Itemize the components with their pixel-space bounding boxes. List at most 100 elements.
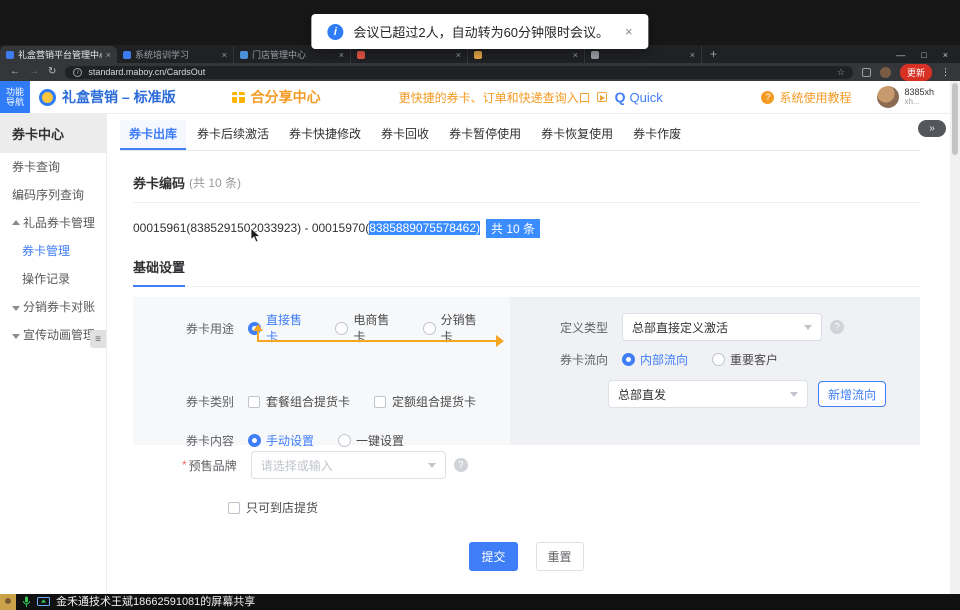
extensions-icon[interactable]	[862, 68, 871, 77]
quick-entry-promo-link[interactable]: 更快捷的券卡、订单和快递查询入口	[399, 89, 591, 106]
tab-close-icon[interactable]: ×	[222, 50, 227, 60]
window-maximize-button[interactable]: □	[921, 50, 926, 60]
tab-cards-void[interactable]: 券卡作废	[624, 120, 690, 150]
user-name: 8385xh	[904, 87, 934, 97]
collapse-icon	[12, 306, 20, 311]
tab-close-icon[interactable]: ×	[339, 50, 344, 60]
tab-cards-recycle[interactable]: 券卡回收	[372, 120, 438, 150]
tab-cards-pause[interactable]: 券卡暂停使用	[440, 120, 530, 150]
user-menu[interactable]: 8385xh xh...	[877, 86, 934, 108]
content-row: 券卡内容 手动设置 一键设置	[186, 432, 510, 449]
tab-close-icon[interactable]: ×	[573, 50, 578, 60]
store-only-row: 只可到店提货	[133, 499, 920, 516]
sidebar-section-title: 券卡中心	[0, 114, 106, 153]
back-button[interactable]: ←	[10, 67, 20, 77]
window-minimize-button[interactable]: —	[896, 50, 905, 60]
share-center-link[interactable]: 合分享中心	[232, 87, 321, 107]
gift-icon	[232, 92, 245, 103]
url-field[interactable]: i standard.maboy.cn/CardsOut ☆	[65, 66, 853, 79]
new-tab-button[interactable]: +	[710, 46, 717, 63]
scrollbar-thumb[interactable]	[952, 83, 958, 155]
quick-link[interactable]: Q Quick	[615, 89, 663, 105]
tab-favicon	[6, 51, 14, 59]
usage-label: 券卡用途	[186, 320, 234, 337]
screen-share-bar: 金禾通技术王斌18662591081的屏幕共享	[0, 594, 960, 610]
forward-button[interactable]: →	[29, 67, 39, 77]
tab-favicon	[123, 51, 131, 59]
mouse-cursor	[250, 228, 261, 246]
function-nav-button[interactable]: 功能 导航	[0, 81, 30, 113]
basic-settings-header: 基础设置	[133, 257, 920, 287]
content-label: 券卡内容	[186, 432, 234, 449]
bookmark-star-icon[interactable]: ☆	[837, 67, 845, 78]
tab-favicon	[240, 51, 248, 59]
info-icon: i	[327, 24, 343, 40]
settings-panel: 券卡用途 直接售卡 电商售卡 分销售卡	[133, 297, 920, 445]
window-close-button[interactable]: ×	[943, 50, 948, 60]
brand-logo-icon	[39, 89, 56, 106]
checkbox-icon	[228, 502, 240, 514]
app-header: 功能 导航 礼盒营销 – 标准版 合分享中心 更快捷的券卡、订单和快递查询入口 …	[0, 81, 960, 114]
toast-close-icon[interactable]: ×	[625, 24, 633, 39]
panel-collapse-button[interactable]: »	[918, 120, 946, 137]
sidebar-item-sequence-query[interactable]: 编码序列查询	[0, 181, 106, 209]
checkbox-fixed-combo-card[interactable]: 定额组合提货卡	[374, 393, 476, 410]
submit-button[interactable]: 提交	[469, 542, 517, 571]
sidebar-collapse-toggle[interactable]: ≡	[90, 330, 106, 348]
radio-key-customer[interactable]: 重要客户	[712, 351, 778, 368]
sidebar-item-card-query[interactable]: 券卡查询	[0, 153, 106, 181]
tab-close-icon[interactable]: ×	[690, 50, 695, 60]
nav-badge-line1: 功能	[6, 87, 24, 97]
checkbox-combo-pickup-card[interactable]: 套餐组合提货卡	[248, 393, 350, 410]
browser-tab-active[interactable]: 礼盒营销平台管理中心 ×	[0, 46, 117, 63]
chevron-down-icon	[790, 392, 798, 401]
sidebar-item-operation-log[interactable]: 操作记录	[0, 265, 106, 293]
add-flow-button[interactable]: 新增流向	[818, 381, 886, 407]
tab-cards-out[interactable]: 券卡出库	[120, 120, 186, 150]
chevron-down-icon	[804, 325, 812, 334]
codes-section-title: 券卡编码	[133, 173, 185, 192]
radio-internal-flow[interactable]: 内部流向	[622, 351, 688, 368]
presale-brand-label: 预售品牌	[189, 457, 237, 474]
checkbox-label: 只可到店提货	[246, 499, 318, 516]
form-actions: 提交 重置	[133, 542, 920, 571]
reload-button[interactable]: ↻	[48, 67, 56, 77]
tab-cards-quick-edit[interactable]: 券卡快捷修改	[280, 120, 370, 150]
user-names: 8385xh xh...	[904, 87, 934, 107]
sidebar-item-card-manage[interactable]: 券卡管理	[0, 237, 106, 265]
browser-tab[interactable]: 系统培训学习 ×	[117, 46, 234, 63]
tutorial-link[interactable]: ? 系统使用教程	[761, 89, 851, 106]
tab-cards-resume[interactable]: 券卡恢复使用	[532, 120, 622, 150]
tab-close-icon[interactable]: ×	[106, 50, 111, 60]
define-type-row: 定义类型 总部直接定义激活 ?	[560, 313, 920, 341]
tutorial-label: 系统使用教程	[779, 89, 851, 106]
tab-cards-activate[interactable]: 券卡后续激活	[188, 120, 278, 150]
brand: 礼盒营销 – 标准版	[39, 87, 176, 107]
define-type-select[interactable]: 总部直接定义激活	[622, 313, 822, 341]
checkbox-icon	[374, 396, 386, 408]
tab-title: 礼盒营销平台管理中心	[18, 48, 102, 61]
tab-close-icon[interactable]: ×	[456, 50, 461, 60]
help-icon[interactable]: ?	[830, 320, 844, 334]
checkbox-store-pickup-only[interactable]: 只可到店提货	[228, 499, 318, 516]
radio-one-click-setup[interactable]: 一键设置	[338, 432, 404, 449]
screen-share-icon	[37, 597, 50, 608]
browser-profile-avatar[interactable]	[880, 67, 891, 78]
help-icon[interactable]: ?	[454, 458, 468, 472]
sidebar-group-gift-card[interactable]: 礼品券卡管理	[0, 209, 106, 237]
presale-brand-select[interactable]: 请选择或输入	[251, 451, 446, 479]
flow-select[interactable]: 总部直发	[608, 380, 808, 408]
participant-avatar	[0, 594, 16, 610]
tab-title: 系统培训学习	[135, 48, 218, 61]
scrollbar[interactable]	[950, 81, 960, 594]
reset-button[interactable]: 重置	[536, 542, 584, 571]
radio-selected-icon	[622, 353, 635, 366]
radio-manual-setup[interactable]: 手动设置	[248, 432, 314, 449]
site-info-icon[interactable]: i	[73, 68, 82, 77]
sidebar-group-distribution[interactable]: 分销券卡对账	[0, 293, 106, 321]
browser-menu-icon[interactable]: ⋮	[941, 67, 950, 78]
radio-icon	[335, 322, 348, 335]
share-status-text: 金禾通技术王斌18662591081的屏幕共享	[56, 594, 255, 610]
browser-update-button[interactable]: 更新	[900, 64, 932, 81]
codes-section-header: 券卡编码 (共 10 条)	[133, 174, 920, 190]
